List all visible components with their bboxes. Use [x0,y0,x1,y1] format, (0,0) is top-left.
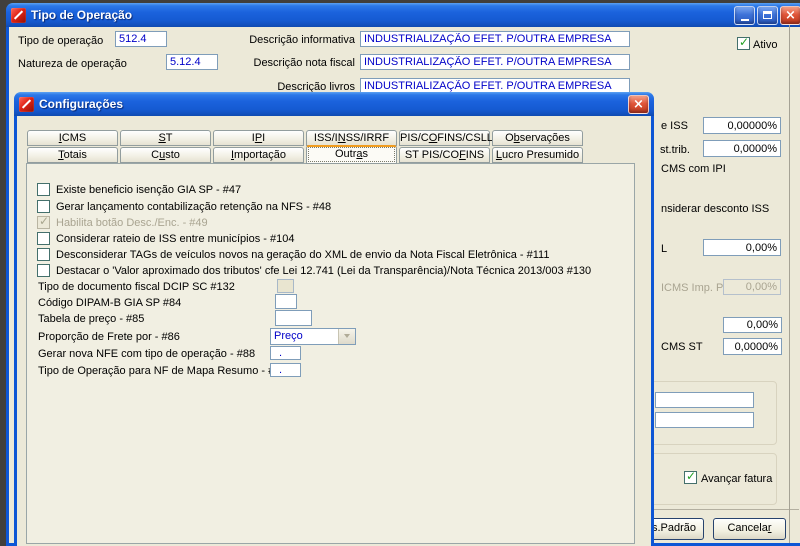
tab-st-pis-cofins[interactable]: ST PIS/COFINS [399,147,490,163]
minimize-icon[interactable] [734,5,755,25]
app-icon [19,96,34,112]
tab-lucro-presumido[interactable]: Lucro Presumido [492,147,583,163]
ativo-label: Ativo [753,39,778,51]
checkbox-130[interactable] [37,264,50,277]
tab-pis-cofins-csll[interactable]: PIS/COFINS/CSLL [399,130,493,146]
sttrib-label-fragment: st.trib. [660,144,690,156]
icms-st-percent-input[interactable] [723,338,782,355]
desc-nota-fiscal-input[interactable] [360,54,630,70]
icms-com-ipi-label-fragment: CMS com IPI [661,163,726,175]
iss-percent-input[interactable] [703,117,781,134]
desconto-iss-label-fragment: nsiderar desconto ISS [661,203,770,215]
checkbox-47-label: Existe beneficio isenção GIA SP - #47 [56,184,242,196]
dipam-input[interactable] [275,294,297,309]
dialog-title: Configurações [39,97,124,111]
desktop: Tipo de Operação × Tipo de operação Natu… [0,0,800,546]
checkbox-49-label: Habilita botão Desc./Enc. - #49 [56,217,208,229]
tab-iss-inss-irrf[interactable]: ISS/INSS/IRRF [306,130,397,146]
tab-outras[interactable]: Outras [306,145,397,164]
checkbox-48-label: Gerar lançamento contabilização retenção… [56,201,332,213]
group1-input-1[interactable] [655,392,754,408]
mapa-resumo-label: Tipo de Operação para NF de Mapa Resumo … [38,365,293,377]
tabela-preco-input[interactable] [275,310,312,326]
checkbox-130-label: Destacar o 'Valor aproximado dos tributo… [56,265,592,277]
checkbox-111[interactable] [37,248,50,261]
configuracoes-titlebar[interactable]: Configurações × [14,92,654,116]
desc-nota-fiscal-label: Descrição nota fiscal [253,57,356,69]
tab-totais[interactable]: Totais [27,147,118,163]
natureza-operacao-label: Natureza de operação [18,58,127,70]
tipo-operacao-input[interactable] [115,31,167,47]
ativo-checkbox[interactable]: ✓ [737,35,750,50]
frete-select[interactable]: Preço [270,328,356,345]
tipo-operacao-label: Tipo de operação [18,35,104,47]
tipo-operacao-titlebar[interactable]: Tipo de Operação × [6,3,800,27]
tab-custo[interactable]: Custo [120,147,211,163]
percent-input[interactable] [723,317,782,333]
maximize-icon[interactable] [757,5,778,25]
tab-observacoes[interactable]: Observações [492,130,583,146]
cancelar-button[interactable]: Cancelar [713,518,786,540]
dcip-input [277,279,294,293]
checkbox-111-label: Desconsiderar TAGs de veículos novos na … [56,249,550,261]
tab-ipi[interactable]: IPI [213,130,304,146]
avancar-fatura-checkbox[interactable]: ✓ [684,469,697,484]
panel-edge [789,25,790,543]
l-label-fragment: L [661,243,668,255]
app-icon [11,7,26,23]
nova-nfe-input[interactable] [270,346,301,360]
dropdown-arrow-icon[interactable] [338,329,355,344]
checkbox-49: ✓ [37,214,50,229]
tabela-preco-label: Tabela de preço - #85 [38,313,145,325]
mapa-resumo-input[interactable] [270,363,301,377]
window-title: Tipo de Operação [31,8,133,22]
group1-input-2[interactable] [655,412,754,428]
l-percent-input[interactable] [703,239,781,256]
frete-select-value: Preço [274,330,303,342]
sttrib-percent-input[interactable] [703,140,781,157]
avancar-fatura-label: Avançar fatura [701,473,773,485]
check-icon: ✓ [739,35,750,49]
tab-st[interactable]: ST [120,130,211,146]
tab-icms[interactable]: ICMS [27,130,118,146]
desc-informativa-input[interactable] [360,31,630,47]
configuracoes-dialog: Configurações × ICMS ST IPI ISS/INSS/IRR… [14,92,654,546]
icms-imp-pr-input [723,279,781,295]
nova-nfe-label: Gerar nova NFE com tipo de operação - #8… [38,348,256,360]
icms-st-label-fragment: CMS ST [661,341,703,353]
tab-importacao[interactable]: Importação [213,147,304,163]
check-icon: ✓ [39,214,50,228]
checkbox-104-label: Considerar rateio de ISS entre município… [56,233,295,245]
close-icon[interactable]: × [628,94,649,114]
close-icon[interactable]: × [780,5,800,25]
checkbox-104[interactable] [37,232,50,245]
frete-label: Proporção de Frete por - #86 [38,331,180,343]
iss-label-fragment: e ISS [661,120,688,132]
check-icon: ✓ [686,469,697,483]
natureza-operacao-input[interactable] [166,54,218,70]
checkbox-47[interactable] [37,183,50,196]
checkbox-48[interactable] [37,200,50,213]
icms-imp-pr-label: ICMS Imp. PR [661,282,732,294]
desc-informativa-label: Descrição informativa [249,34,355,46]
dipam-label: Código DIPAM-B GIA SP #84 [38,297,182,309]
dcip-label: Tipo de documento fiscal DCIP SC #132 [38,281,235,293]
